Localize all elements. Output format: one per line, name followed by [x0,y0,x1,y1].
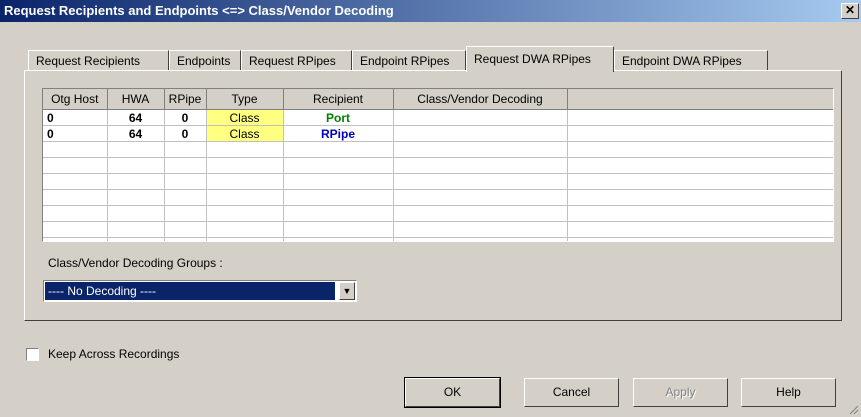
cell-otg-host: 0 [43,125,108,142]
empty-row [43,173,833,190]
cell-type: Class [206,125,284,142]
ok-button[interactable]: OK [404,377,501,408]
tab-request-rpipes[interactable]: Request RPipes [241,50,352,70]
empty-row [43,205,833,222]
empty-row [43,141,833,158]
tab-endpoint-dwa-rpipes[interactable]: Endpoint DWA RPipes [614,50,768,70]
keep-across-recordings-checkbox[interactable] [26,348,39,361]
decoding-groups-selected[interactable]: ---- No Decoding ---- [45,282,335,300]
window-title: Request Recipients and Endpoints <=> Cla… [4,3,394,18]
cell-decoding[interactable] [393,109,568,126]
tab-request-recipients[interactable]: Request Recipients [28,50,169,70]
tab-endpoint-rpipes[interactable]: Endpoint RPipes [352,50,466,70]
tab-endpoints[interactable]: Endpoints [169,50,241,70]
decoding-groups-dropdown[interactable]: ---- No Decoding ---- ▼ [43,280,357,302]
keep-across-recordings-label[interactable]: Keep Across Recordings [48,347,179,361]
cell-hwa: 64 [107,125,165,142]
cancel-button[interactable]: Cancel [524,378,619,407]
dropdown-arrow-icon[interactable]: ▼ [339,282,355,300]
empty-row [43,157,833,174]
decoding-groups-label: Class/Vendor Decoding Groups : [48,256,223,270]
column-header-filler [567,89,833,110]
apply-button[interactable]: Apply [633,378,728,407]
column-header-otg-host[interactable]: Otg Host [43,89,108,110]
cell-filler [567,109,833,126]
help-button[interactable]: Help [741,378,836,407]
empty-row [43,237,833,241]
empty-row [43,189,833,206]
recipients-grid[interactable]: Otg Host HWA RPipe Type Recipient Class/… [42,88,834,242]
cell-recipient: Port [283,109,394,126]
cell-hwa: 64 [107,109,165,126]
column-header-recipient[interactable]: Recipient [283,89,394,110]
close-icon: ✕ [844,3,856,17]
cell-filler [567,125,833,142]
title-bar[interactable]: Request Recipients and Endpoints <=> Cla… [0,0,861,22]
column-header-hwa[interactable]: HWA [107,89,165,110]
table-row[interactable]: 0 64 0 Class Port [43,109,833,126]
resize-grip-icon[interactable] [847,403,859,415]
empty-row [43,221,833,238]
cell-type: Class [206,109,284,126]
tab-request-dwa-rpipes[interactable]: Request DWA RPipes [466,46,614,72]
cell-recipient: RPipe [283,125,394,142]
cell-otg-host: 0 [43,109,108,126]
column-header-decoding[interactable]: Class/Vendor Decoding [393,89,568,110]
cell-rpipe: 0 [164,125,207,142]
close-button[interactable]: ✕ [841,3,859,19]
column-header-rpipe[interactable]: RPipe [164,89,207,110]
column-header-type[interactable]: Type [206,89,284,110]
grid-header-row: Otg Host HWA RPipe Type Recipient Class/… [43,89,833,110]
cell-rpipe: 0 [164,109,207,126]
cell-decoding[interactable] [393,125,568,142]
table-row[interactable]: 0 64 0 Class RPipe [43,125,833,142]
